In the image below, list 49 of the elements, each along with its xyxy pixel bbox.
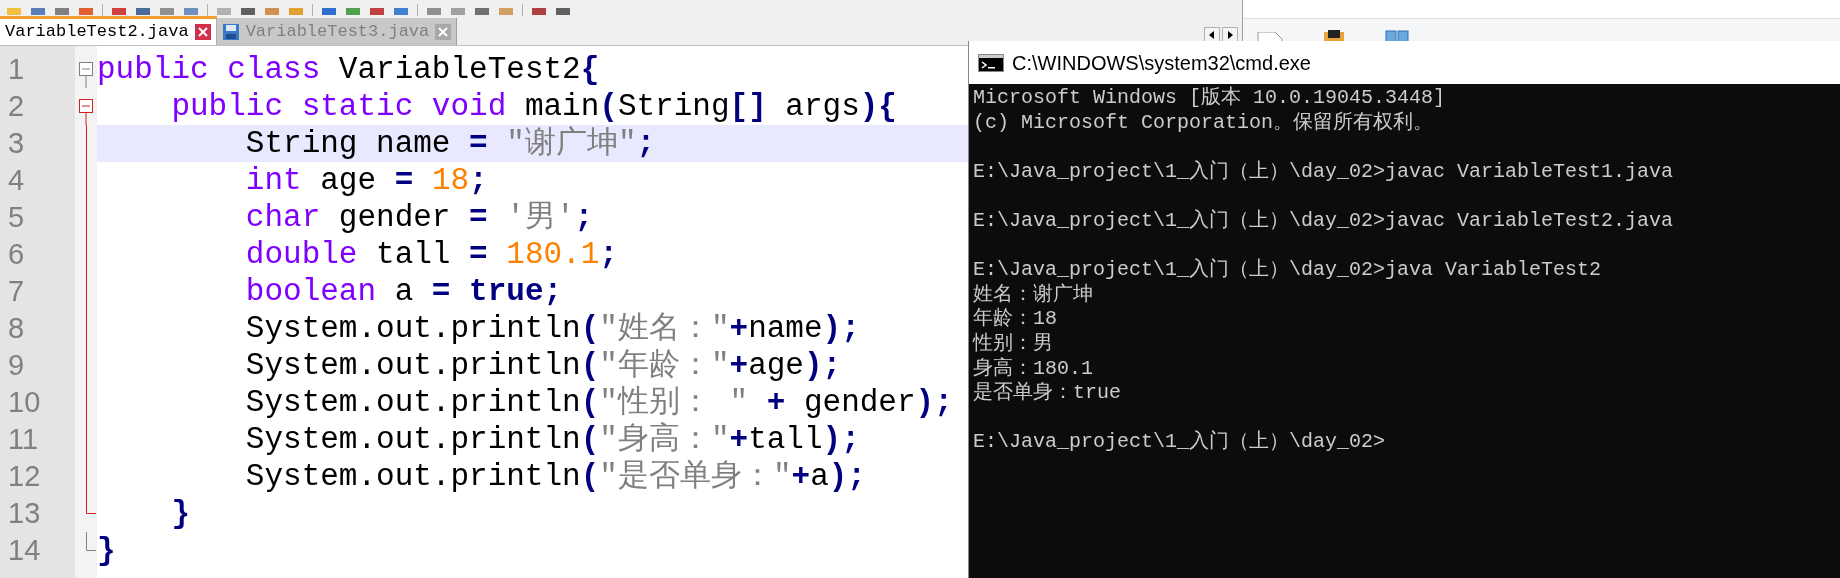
close-icon[interactable] [194,24,211,40]
line-number: 7 [7,277,26,306]
line-number: 6 [7,240,26,269]
line-number: 14 [7,536,42,565]
line-number: 3 [7,129,26,158]
toolbar-icon[interactable] [78,8,94,16]
toolbar-icon[interactable] [54,8,70,16]
toolbar-icon[interactable] [474,8,490,16]
toolbar-icon[interactable] [321,8,337,16]
fold-minus-icon[interactable] [79,62,94,88]
toolbar-icon[interactable] [345,8,361,16]
toolbar-icon[interactable] [135,8,151,16]
line-number: 2 [7,92,26,121]
toolbar-icon[interactable] [369,8,385,16]
fold-minus-icon[interactable] [79,99,94,125]
toolbar-icon[interactable] [426,8,442,16]
toolbar-icon[interactable] [393,8,409,16]
console-icon [978,53,1004,72]
toolbar-icon[interactable] [531,8,547,16]
open-icon[interactable] [1323,30,1345,42]
toolbar-icon[interactable] [555,8,571,16]
line-number: 1 [7,55,26,84]
right-arrow-icon [1226,31,1234,39]
toolbar-icon[interactable] [111,8,127,16]
fold-end-icon [86,532,96,551]
line-number: 10 [7,388,42,417]
editor-tab[interactable]: VariableTest2.java [0,16,217,45]
line-number: 8 [7,314,26,343]
line-number: 12 [7,462,42,491]
select-all-icon[interactable] [1385,30,1409,42]
console-line: 姓名：谢广坤 [973,282,1093,307]
line-number: 9 [7,351,26,380]
line-number: 4 [7,166,26,195]
line-number: 13 [7,499,42,528]
line-number: 11 [7,425,40,454]
toolbar-icon[interactable] [264,8,280,16]
save-icon [221,22,240,41]
fold-end-icon [86,495,96,514]
console-line: 是否单身：true [973,381,1121,406]
line-number: 5 [7,203,26,232]
toolbar-icon[interactable] [183,8,199,16]
console-line: 年龄：18 [973,307,1057,332]
toolbar-icon[interactable] [159,8,175,16]
toolbar-icon[interactable] [450,8,466,16]
left-arrow-icon [1208,31,1216,39]
close-icon[interactable] [435,23,452,40]
console-line: 身高：180.1 [973,356,1093,381]
toolbar-icon[interactable] [240,8,256,16]
toolbar-icon[interactable] [30,8,46,16]
